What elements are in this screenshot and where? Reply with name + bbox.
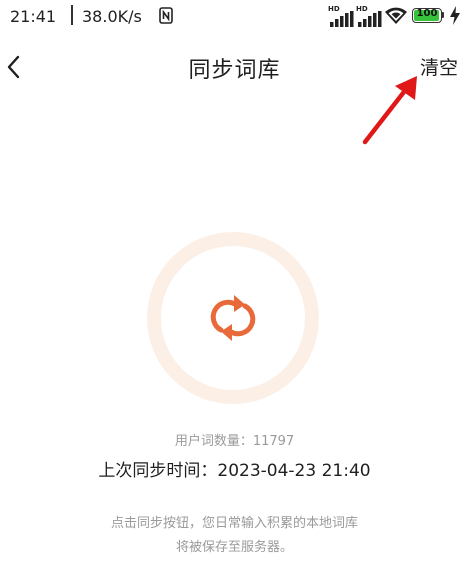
status-separator <box>71 5 73 25</box>
battery-level: 100 <box>416 8 438 19</box>
description-line-1: 点击同步按钮，您日常输入积累的本地词库 <box>110 516 358 531</box>
wifi-icon <box>385 7 407 24</box>
sim2-signal-icon: HD <box>356 5 382 27</box>
status-time: 21:41 <box>10 7 57 26</box>
sync-button[interactable] <box>147 232 319 404</box>
nfc-icon <box>159 7 173 24</box>
last-sync-time: 上次同步时间：2023-04-23 21:40 <box>98 461 371 481</box>
battery-icon: 100 <box>412 8 442 23</box>
page-title: 同步词库 <box>188 58 281 83</box>
status-bar: 21:41 38.0K/s HD HD 100 <box>0 0 469 34</box>
clear-button[interactable]: 清空 <box>420 53 458 80</box>
battery-cap <box>442 12 444 18</box>
description-line-2: 将被保存至服务器。 <box>175 540 293 555</box>
charging-icon <box>450 6 460 25</box>
sync-icon <box>210 295 256 341</box>
network-speed: 38.0K/s <box>82 7 142 26</box>
sim1-signal-icon: HD <box>328 5 354 27</box>
word-count: 用户词数量：11797 <box>174 434 295 449</box>
